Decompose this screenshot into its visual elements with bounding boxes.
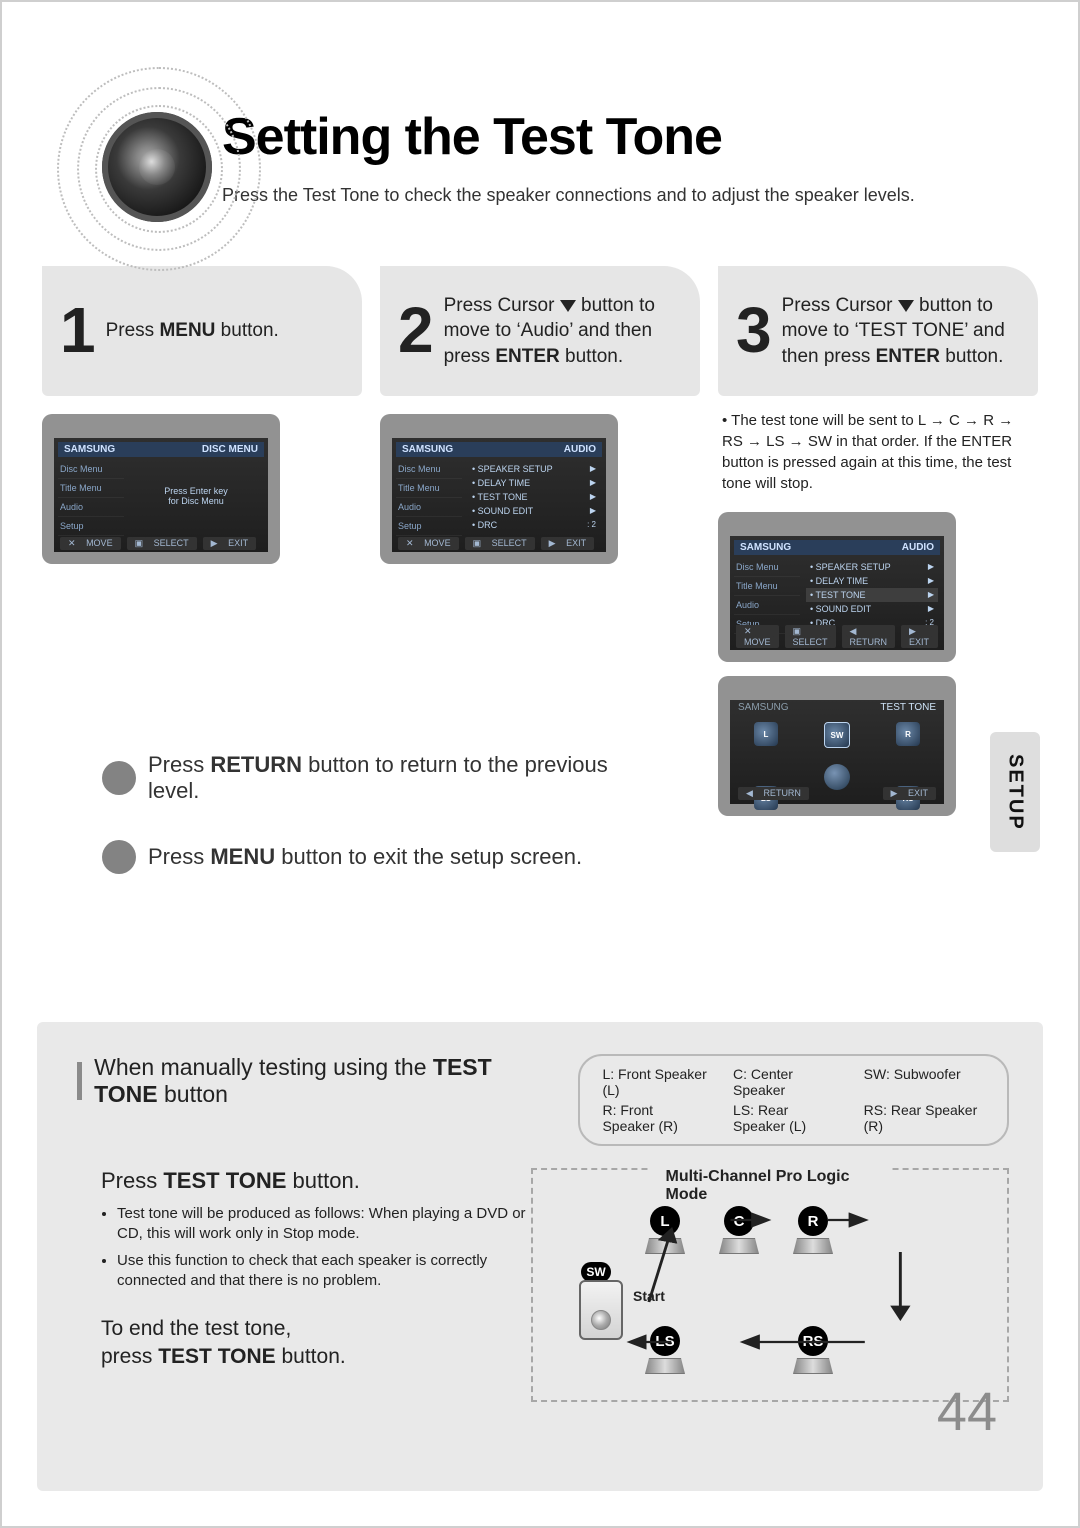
diagram-start-label: Start <box>633 1288 665 1304</box>
cursor-down-icon <box>898 300 914 312</box>
hint-menu: Press MENU button to exit the setup scre… <box>102 840 622 874</box>
step-3-note: • The test tone will be sent to L → C → … <box>722 410 1038 494</box>
diagram-rear-left: LS <box>645 1326 685 1374</box>
cursor-down-icon <box>560 300 576 312</box>
step-1-number: 1 <box>60 305 96 356</box>
diagram-subwoofer <box>579 1280 623 1340</box>
manual-test-title: When manually testing using the TEST TON… <box>77 1054 552 1108</box>
step-3-number: 3 <box>736 305 772 356</box>
step-2-text: Press Cursor button to move to ‘Audio’ a… <box>444 293 682 370</box>
diagram-rear-right: RS <box>793 1326 833 1374</box>
diagram-center: C <box>719 1206 759 1254</box>
page-title: Setting the Test Tone <box>222 107 1038 167</box>
diagram-front-right: R <box>793 1206 833 1254</box>
osd-disc-menu: SAMSUNGDISC MENU Disc Menu Title Menu Au… <box>42 414 280 564</box>
osd-audio-menu: SAMSUNGAUDIO Disc Menu Title Menu Audio … <box>380 414 618 564</box>
manual-test-section: When manually testing using the TEST TON… <box>37 1022 1043 1491</box>
diagram-front-left: L <box>645 1206 685 1254</box>
step-2-number: 2 <box>398 305 434 356</box>
step-1-text: Press MENU button. <box>106 318 279 344</box>
hint-block: Press RETURN button to return to the pre… <box>102 752 622 910</box>
step-3: 3 Press Cursor button to move to ‘TEST T… <box>718 266 1038 816</box>
page-number: 44 <box>937 1381 997 1443</box>
manual-page: Setting the Test Tone Press the Test Ton… <box>0 0 1080 1528</box>
step-2: 2 Press Cursor button to move to ‘Audio’… <box>380 266 700 816</box>
step-3-text: Press Cursor button to move to ‘TEST TON… <box>782 293 1020 370</box>
step-1: 1 Press MENU button. SAMSUNGDISC MENU Di… <box>42 266 362 816</box>
intro-text: Press the Test Tone to check the speaker… <box>222 185 1038 206</box>
speaker-graphic <box>57 67 257 267</box>
bullet-dot-icon <box>102 761 136 795</box>
manual-test-instructions: Press TEST TONE button. Test tone will b… <box>77 1168 531 1372</box>
diagram-subwoofer-label: SW <box>581 1262 611 1282</box>
bullet-dot-icon <box>102 840 136 874</box>
steps-row: 1 Press MENU button. SAMSUNGDISC MENU Di… <box>42 266 1038 816</box>
hint-return: Press RETURN button to return to the pre… <box>102 752 622 804</box>
title-block: Setting the Test Tone Press the Test Ton… <box>222 107 1038 206</box>
speaker-legend: L: Front Speaker (L) C: Center Speaker S… <box>578 1054 1009 1146</box>
sidebar-setup-tab: SETUP <box>990 732 1040 852</box>
osd-test-tone: SAMSUNG TEST TONE L SW R LS RS ◀ RETURN … <box>718 676 956 816</box>
signal-flow-diagram: Multi-Channel Pro Logic Mode L C R LS RS <box>531 1168 1009 1402</box>
osd-audio-menu-selected: SAMSUNGAUDIO Disc Menu Title Menu Audio … <box>718 512 956 662</box>
